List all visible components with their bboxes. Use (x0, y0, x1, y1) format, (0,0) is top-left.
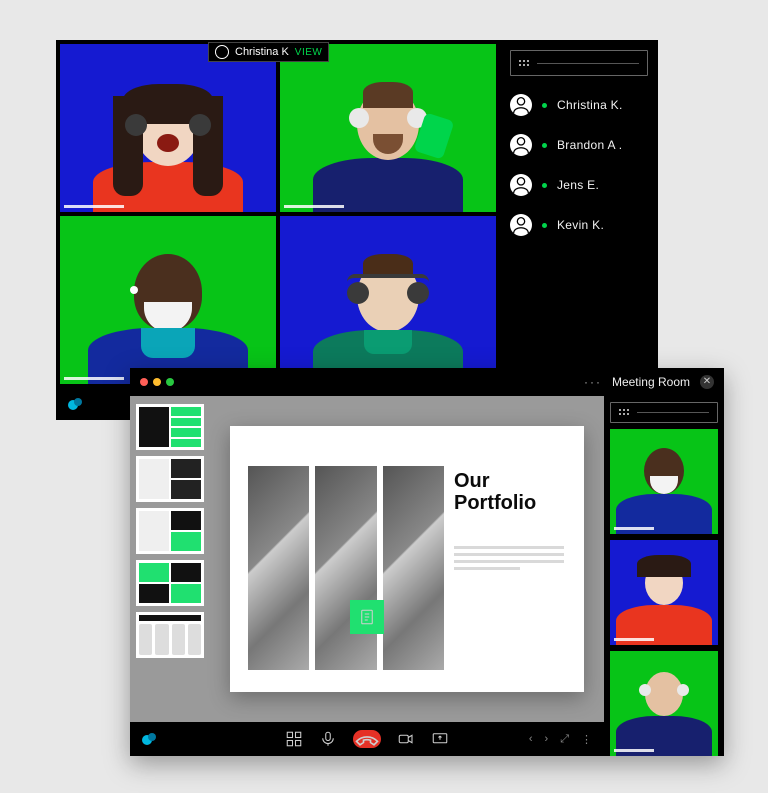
avatar-icon (215, 45, 229, 59)
view-button[interactable]: VIEW (295, 47, 323, 58)
video-grid-window: Christina K VIEW Christina K. Brandon A … (56, 40, 658, 420)
slide-thumb[interactable] (136, 404, 204, 450)
avatar-icon (510, 94, 532, 116)
avatar-icon (510, 174, 532, 196)
tile-bar (64, 205, 124, 208)
video-tile[interactable] (60, 44, 276, 212)
camera-icon[interactable] (397, 730, 415, 748)
expand-icon[interactable]: ⤢ (560, 733, 569, 746)
name-overlay-pill[interactable]: Christina K VIEW (208, 42, 329, 62)
avatar-icon (510, 214, 532, 236)
overlay-name: Christina K (235, 46, 289, 58)
slide-thumb[interactable] (136, 560, 204, 606)
status-dot (542, 143, 547, 148)
video-tile[interactable] (610, 540, 718, 645)
video-tile[interactable] (280, 44, 496, 212)
participant-name: Jens E. (557, 178, 599, 192)
status-dot (542, 223, 547, 228)
nav-prev-icon[interactable]: ‹ (529, 733, 533, 745)
window-title: Meeting Room (612, 375, 690, 389)
close-icon[interactable]: ✕ (700, 375, 714, 389)
grid-icon[interactable] (285, 730, 303, 748)
video-sidebar (604, 396, 724, 756)
screenshare-window: ··· Meeting Room ✕ Our Portfolio (130, 368, 724, 756)
participants-panel: Christina K. Brandon A . Jens E. Kevin K… (500, 40, 658, 420)
share-icon[interactable] (431, 730, 449, 748)
participant-row[interactable]: Christina K. (510, 94, 648, 116)
participant-name: Kevin K. (557, 218, 604, 232)
share-body: Our Portfolio (130, 396, 604, 722)
drag-handle[interactable] (510, 50, 648, 76)
participant-row[interactable]: Jens E. (510, 174, 648, 196)
participant-name: Brandon A . (557, 138, 622, 152)
status-dot (542, 183, 547, 188)
titlebar[interactable]: ··· Meeting Room ✕ (130, 368, 724, 396)
status-dot (542, 103, 547, 108)
participant-name: Christina K. (557, 98, 623, 112)
nav-next-icon[interactable]: › (545, 733, 549, 745)
tile-bar (64, 377, 124, 380)
slide-badge-icon (350, 600, 384, 634)
call-controls: ‹ › ⤢ ⋮ (130, 722, 604, 756)
participants-icon[interactable] (142, 733, 156, 745)
participants-icon[interactable] (68, 398, 82, 410)
current-slide: Our Portfolio (230, 426, 584, 692)
slide-thumb[interactable] (136, 508, 204, 554)
video-tile[interactable] (60, 216, 276, 384)
video-grid (56, 40, 500, 420)
slide-images (248, 466, 444, 670)
video-tile[interactable] (280, 216, 496, 384)
slide-title: Our Portfolio (454, 470, 564, 514)
avatar-icon (510, 134, 532, 156)
slide-thumb[interactable] (136, 456, 204, 502)
hangup-button[interactable] (353, 730, 381, 748)
more-icon[interactable]: ··· (584, 375, 602, 389)
participant-list: Christina K. Brandon A . Jens E. Kevin K… (510, 90, 648, 236)
slide-text-lines (454, 546, 564, 570)
more-icon[interactable]: ⋮ (581, 733, 592, 746)
traffic-lights[interactable] (140, 378, 174, 386)
video-tile[interactable] (610, 651, 718, 756)
video-tile[interactable] (610, 429, 718, 534)
slide-thumb[interactable] (136, 612, 204, 658)
participant-row[interactable]: Brandon A . (510, 134, 648, 156)
tile-bar (284, 205, 344, 208)
drag-handle[interactable] (610, 402, 718, 423)
slide-thumbnails (130, 396, 210, 722)
mic-icon[interactable] (319, 730, 337, 748)
participant-row[interactable]: Kevin K. (510, 214, 648, 236)
